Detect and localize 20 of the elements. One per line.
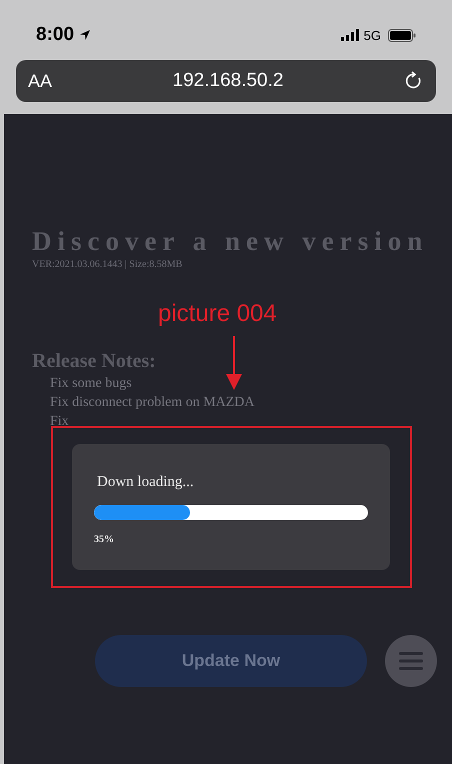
text-size-button[interactable]: AA <box>28 70 52 92</box>
url-text: 192.168.50.2 <box>172 70 284 92</box>
menu-icon[interactable] <box>399 652 423 670</box>
release-notes-heading: Release Notes: <box>32 350 157 373</box>
dialog-message: Down loading... <box>97 474 195 491</box>
menu-button[interactable] <box>385 635 437 687</box>
release-note: Fix disconnect problem on MAZDA <box>50 395 256 411</box>
network-label: 5G <box>364 28 381 42</box>
annotation-label: picture 004 <box>158 300 277 328</box>
location-arrow-icon <box>79 29 92 41</box>
clock-time: 8:00 <box>36 24 74 46</box>
annotation-arrow <box>226 336 242 390</box>
page-title: Discover a new version <box>32 226 430 257</box>
address-bar[interactable]: AA 192.168.50.2 <box>16 60 436 102</box>
battery-icon <box>388 28 416 42</box>
release-note: Fix some bugs <box>50 376 133 392</box>
progress-reading: 35% <box>94 534 115 545</box>
release-note: Fix <box>50 414 70 430</box>
version-info: VER:2021.03.06.1443 | Size:8.58MB <box>32 259 184 270</box>
signal-icon <box>340 29 359 41</box>
